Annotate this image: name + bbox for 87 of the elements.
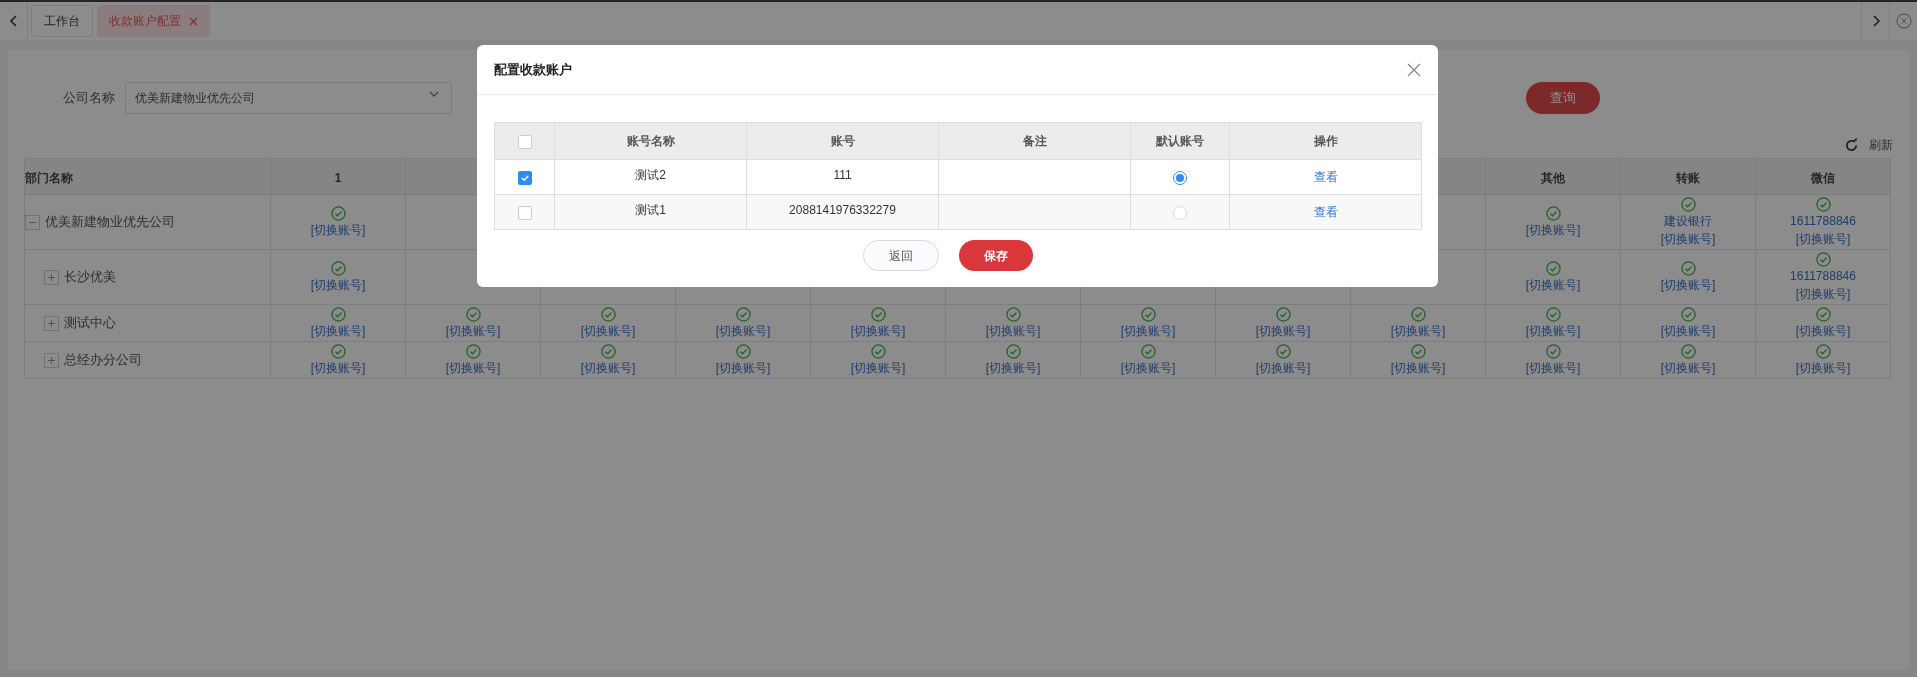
- account-number: 111: [833, 168, 852, 182]
- check-circle-icon: [870, 343, 886, 359]
- dialog-title: 配置收款账户: [494, 60, 572, 79]
- switch-account-link[interactable]: [切换账号]: [1525, 275, 1581, 294]
- plus-icon: [47, 272, 56, 282]
- switch-account-link[interactable]: [切换账号]: [1660, 229, 1716, 248]
- chevron-down-icon: [429, 91, 439, 98]
- column-header: 操作: [1313, 134, 1338, 148]
- check-circle-icon: [735, 306, 751, 322]
- check-circle-icon: [465, 306, 481, 322]
- check-circle-icon: [330, 306, 346, 322]
- check-circle-icon: [735, 343, 751, 359]
- check-circle-icon: [1815, 251, 1831, 267]
- switch-account-link[interactable]: [切换账号]: [1660, 275, 1716, 294]
- switch-account-link[interactable]: [切换账号]: [1795, 284, 1851, 303]
- column-header: 账号: [830, 134, 855, 148]
- account-name: 测试1: [635, 203, 666, 217]
- refresh-icon[interactable]: [1844, 137, 1859, 153]
- expand-toggle[interactable]: [44, 269, 59, 285]
- plus-icon: [47, 355, 56, 365]
- column-header: 其他: [1541, 170, 1565, 185]
- department-name: 测试中心: [64, 314, 116, 333]
- check-circle-icon: [1410, 306, 1426, 322]
- column-header: 1: [334, 170, 342, 185]
- check-circle-icon: [465, 343, 481, 359]
- collapse-toggle[interactable]: [25, 214, 40, 230]
- account-name: 测试2: [635, 168, 666, 182]
- column-header: 账号名称: [626, 134, 675, 148]
- switch-account-link[interactable]: [切换账号]: [1525, 220, 1581, 239]
- column-header: 备注: [1022, 134, 1047, 148]
- check-circle-icon: [1275, 343, 1291, 359]
- check-circle-icon: [1815, 306, 1831, 322]
- checkbox[interactable]: [517, 170, 532, 185]
- expand-toggle[interactable]: [44, 315, 59, 331]
- account-number: 2088141976332279: [789, 203, 896, 217]
- switch-account-link[interactable]: [切换账号]: [1795, 229, 1851, 248]
- check-circle-icon: [1545, 306, 1561, 322]
- department-name: 总经办分公司: [64, 351, 142, 370]
- column-header: 转账: [1676, 170, 1700, 185]
- check-circle-icon: [1005, 343, 1021, 359]
- account-text: 1611788846: [1790, 212, 1856, 230]
- close-icon[interactable]: [1407, 62, 1421, 77]
- expand-toggle[interactable]: [44, 352, 59, 368]
- check-circle-icon: [1815, 343, 1831, 359]
- check-circle-icon: [1680, 196, 1696, 212]
- check-circle-icon: [1545, 205, 1561, 221]
- checkbox[interactable]: [517, 205, 532, 220]
- close-icon[interactable]: [189, 16, 198, 26]
- column-header: 部门名称: [25, 170, 73, 185]
- check-circle-icon: [1275, 306, 1291, 322]
- check-circle-icon: [600, 343, 616, 359]
- view-link[interactable]: 查看: [1313, 170, 1338, 184]
- check-circle-icon: [1545, 260, 1561, 276]
- check-circle-icon: [330, 205, 346, 221]
- checkbox[interactable]: [517, 134, 532, 149]
- radio-button[interactable]: [1173, 170, 1187, 185]
- check-circle-icon: [330, 260, 346, 276]
- account-text: 建设银行: [1664, 212, 1712, 230]
- check-circle-icon: [870, 306, 886, 322]
- company-select[interactable]: 优美新建物业优先公司: [125, 82, 452, 114]
- switch-account-link[interactable]: [切换账号]: [310, 220, 366, 239]
- check-circle-icon: [1815, 196, 1831, 212]
- field-label: 公司名称: [63, 89, 116, 108]
- check-circle-icon: [1140, 306, 1156, 322]
- check-circle-icon: [1680, 306, 1696, 322]
- switch-account-link[interactable]: [切换账号]: [310, 275, 366, 294]
- plus-icon: [47, 318, 56, 328]
- check-circle-icon: [1005, 306, 1021, 322]
- tab[interactable]: 工作台: [31, 5, 93, 37]
- refresh-link[interactable]: 刷新: [1869, 136, 1893, 154]
- check-circle-icon: [1680, 343, 1696, 359]
- check-circle-icon: [1140, 343, 1156, 359]
- tab[interactable]: 收款账户配置: [97, 5, 210, 37]
- check-circle-icon: [600, 306, 616, 322]
- back-button[interactable]: 返回: [862, 240, 939, 271]
- column-header: 微信: [1811, 170, 1835, 185]
- check-circle-icon: [1545, 343, 1561, 359]
- department-name: 优美新建物业优先公司: [45, 213, 175, 232]
- check-circle-icon: [1410, 343, 1426, 359]
- view-link[interactable]: 查看: [1313, 205, 1338, 219]
- column-header: 默认账号: [1156, 134, 1204, 148]
- save-button[interactable]: 保存: [958, 240, 1033, 271]
- account-text: 1611788846: [1790, 267, 1856, 285]
- department-name: 长沙优美: [64, 268, 116, 287]
- check-circle-icon: [330, 343, 346, 359]
- check-circle-icon: [1680, 260, 1696, 276]
- query-button[interactable]: 查询: [1526, 82, 1600, 114]
